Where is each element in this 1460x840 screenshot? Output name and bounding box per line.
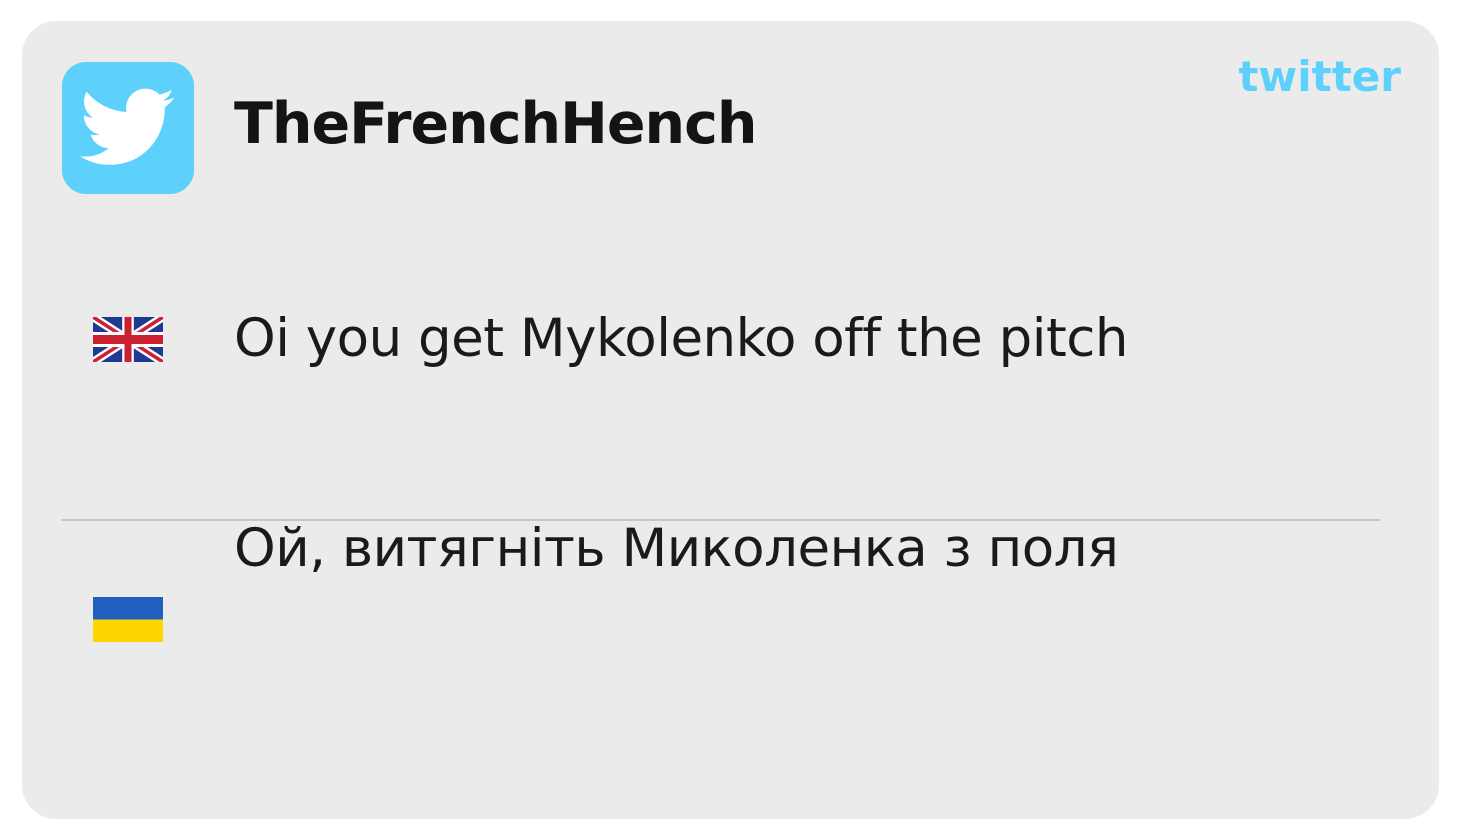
twitter-brand-label: twitter	[1238, 52, 1401, 101]
twitter-bird-icon	[62, 62, 194, 194]
tweet-text-english: Oi you get Mykolenko off the pitch	[234, 308, 1129, 369]
account-username[interactable]: TheFrenchHench	[234, 91, 757, 157]
ukraine-flag-icon	[93, 597, 163, 642]
tweet-text-ukrainian: Ой, витягніть Миколенка з поля	[234, 518, 1119, 579]
uk-flag-icon	[93, 317, 163, 362]
tweet-card: TheFrenchHench twitter Oi you get Mykole…	[22, 21, 1439, 819]
